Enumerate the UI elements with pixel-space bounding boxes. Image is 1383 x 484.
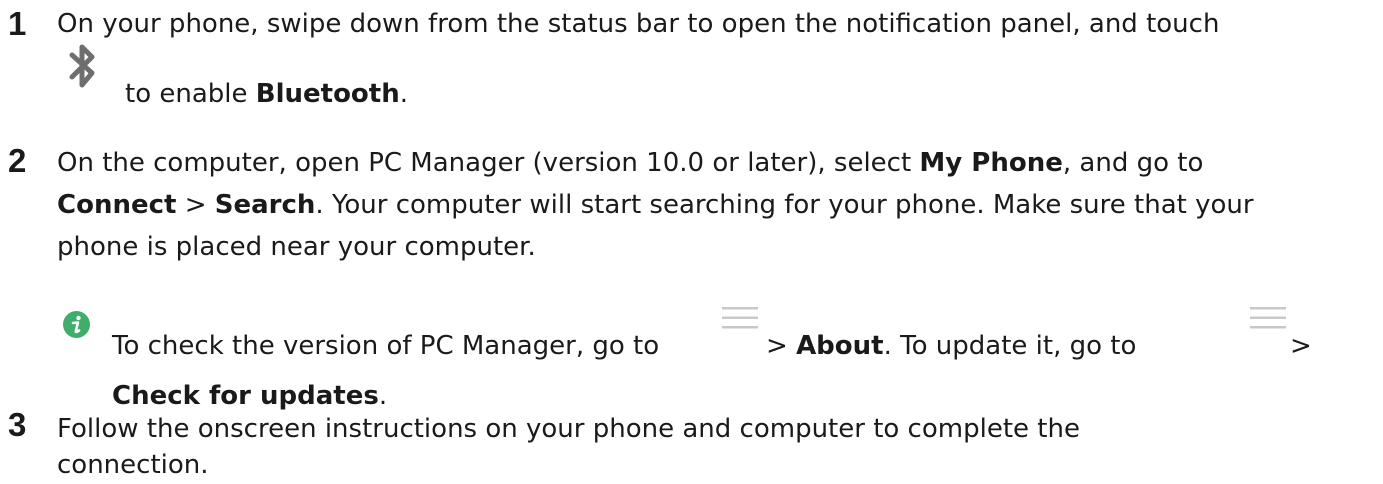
- step-1-line-2-text: to enable: [125, 79, 256, 109]
- step-2-line-2: Connect > Search. Your computer will sta…: [57, 187, 1254, 223]
- bluetooth-label: Bluetooth: [255, 79, 400, 109]
- note-line-1-end: >: [1290, 331, 1312, 361]
- note-line-1-mid: > About. To update it, go to: [766, 328, 1136, 364]
- info-icon: [63, 311, 90, 338]
- step-2-line-1-end: , and go to: [1062, 148, 1204, 178]
- step-1-line-2-end: .: [399, 79, 408, 109]
- step-number: 1: [8, 5, 27, 42]
- step-2-line-1: On the computer, open PC Manager (versio…: [57, 145, 1203, 181]
- step-1-line-2: to enable Bluetooth.: [125, 76, 408, 112]
- step-2-line-2-end: . Your computer will start searching for…: [315, 190, 1254, 220]
- separator: >: [766, 331, 797, 361]
- step-number: 2: [8, 142, 27, 179]
- step-1-line-1: On your phone, swipe down from the statu…: [57, 9, 1220, 39]
- step-number: 3: [8, 406, 27, 443]
- step-2-line-3: phone is placed near your computer.: [57, 232, 536, 262]
- about-label: About: [796, 331, 884, 361]
- note-line-2: Check for updates.: [112, 378, 387, 414]
- connect-label: Connect: [57, 190, 177, 220]
- note-line-1-mid-text: . To update it, go to: [883, 331, 1137, 361]
- step-2-line-1-text: On the computer, open PC Manager (versio…: [57, 148, 920, 178]
- note-line-1-text: To check the version of PC Manager, go t…: [112, 331, 660, 361]
- separator: >: [176, 190, 215, 220]
- menu-icon: [722, 307, 758, 329]
- step-3-line-1: Follow the onscreen instructions on your…: [57, 414, 1080, 444]
- menu-icon: [1250, 307, 1286, 329]
- check-for-updates-label: Check for updates: [112, 381, 379, 411]
- note-line-2-end: .: [378, 381, 388, 411]
- bluetooth-icon: [69, 44, 95, 88]
- search-label: Search: [214, 190, 316, 220]
- step-3-line-2: connection.: [57, 450, 209, 480]
- my-phone-label: My Phone: [919, 148, 1063, 178]
